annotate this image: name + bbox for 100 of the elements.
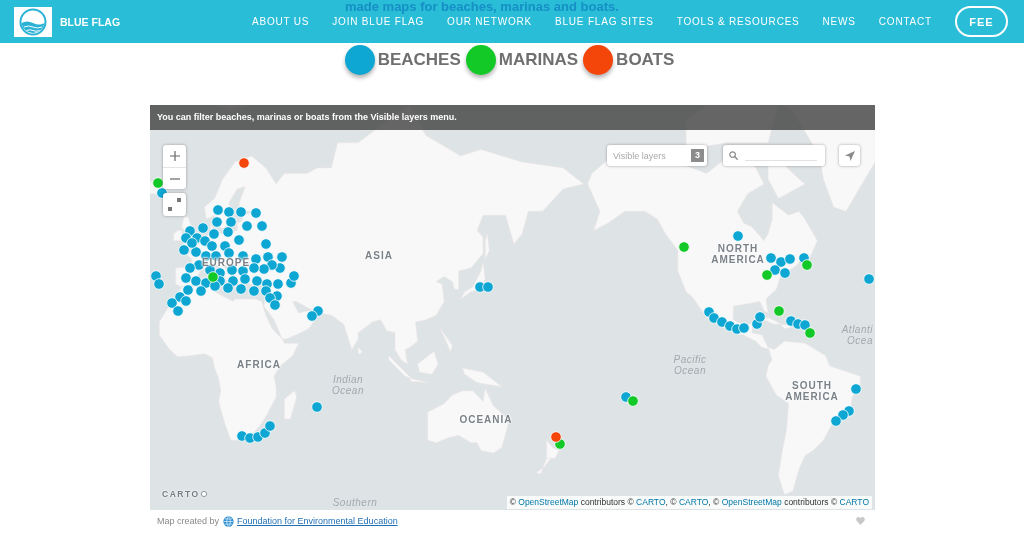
beach-marker-icon[interactable] xyxy=(837,409,849,421)
nav-link[interactable]: NEWS xyxy=(822,16,856,27)
beach-marker-icon[interactable] xyxy=(708,312,720,324)
beach-marker-icon[interactable] xyxy=(209,280,221,292)
beach-marker-icon[interactable] xyxy=(799,319,811,331)
beach-marker-icon[interactable] xyxy=(784,253,796,265)
beach-marker-icon[interactable] xyxy=(830,415,842,427)
beach-marker-icon[interactable] xyxy=(251,275,263,287)
beach-marker-icon[interactable] xyxy=(738,322,750,334)
beach-marker-icon[interactable] xyxy=(258,263,270,275)
nav-link[interactable]: CONTACT xyxy=(878,16,932,27)
beach-marker-icon[interactable] xyxy=(262,251,274,263)
marina-marker-icon[interactable] xyxy=(773,305,785,317)
heart-icon[interactable] xyxy=(856,517,865,525)
beach-marker-icon[interactable] xyxy=(233,234,245,246)
map-view[interactable] xyxy=(150,105,875,510)
nav-link[interactable]: JOIN BLUE FLAG xyxy=(332,16,425,27)
beach-marker-icon[interactable] xyxy=(779,267,791,279)
beach-marker-icon[interactable] xyxy=(769,264,781,276)
locate-button[interactable] xyxy=(839,145,860,166)
beach-marker-icon[interactable] xyxy=(274,262,286,274)
marina-marker-icon[interactable] xyxy=(152,177,164,189)
marina-marker-icon[interactable] xyxy=(761,269,773,281)
beach-marker-icon[interactable] xyxy=(222,282,234,294)
nav-link[interactable]: ABOUT US xyxy=(251,16,310,27)
nav-link[interactable]: TOOLS & RESOURCES xyxy=(676,16,800,27)
beach-marker-icon[interactable] xyxy=(180,295,192,307)
beach-marker-icon[interactable] xyxy=(239,273,251,285)
beach-marker-icon[interactable] xyxy=(269,299,281,311)
boat-marker-icon[interactable] xyxy=(238,157,250,169)
beach-marker-icon[interactable] xyxy=(264,420,276,432)
attribution-link[interactable]: OpenStreetMap xyxy=(518,497,579,507)
beach-marker-icon[interactable] xyxy=(180,272,192,284)
beach-marker-icon[interactable] xyxy=(775,256,787,268)
beach-marker-icon[interactable] xyxy=(276,251,288,263)
beach-marker-icon[interactable] xyxy=(235,283,247,295)
beach-marker-icon[interactable] xyxy=(732,230,744,242)
attribution-link[interactable]: OpenStreetMap xyxy=(721,497,782,507)
beach-marker-icon[interactable] xyxy=(150,270,162,282)
beach-marker-icon[interactable] xyxy=(850,383,862,395)
beach-marker-icon[interactable] xyxy=(227,275,239,287)
beach-marker-icon[interactable] xyxy=(264,292,276,304)
organization-link[interactable]: Foundation for Environmental Education xyxy=(237,516,398,526)
logo-icon[interactable] xyxy=(14,6,52,37)
beach-marker-icon[interactable] xyxy=(153,278,165,290)
beach-marker-icon[interactable] xyxy=(212,204,224,216)
minus-icon xyxy=(169,177,180,180)
beach-marker-icon[interactable] xyxy=(482,281,494,293)
beach-marker-icon[interactable] xyxy=(172,305,184,317)
beach-marker-icon[interactable] xyxy=(225,216,237,228)
beach-marker-icon[interactable] xyxy=(311,401,323,413)
attribution-link[interactable]: CARTO xyxy=(839,497,869,507)
beach-marker-icon[interactable] xyxy=(250,207,262,219)
layers-dropdown[interactable]: Visible layers 3 xyxy=(607,145,707,166)
beach-marker-icon[interactable] xyxy=(222,226,234,238)
marina-marker-icon[interactable] xyxy=(207,271,219,283)
beach-marker-icon[interactable] xyxy=(190,246,202,258)
legend-label: BOATS xyxy=(616,50,675,70)
beach-marker-icon[interactable] xyxy=(259,427,271,439)
beach-marker-icon[interactable] xyxy=(235,206,247,218)
beach-marker-icon[interactable] xyxy=(197,222,209,234)
boat-marker-icon[interactable] xyxy=(550,431,562,443)
beach-marker-icon[interactable] xyxy=(306,310,318,322)
fee-button[interactable]: FEE xyxy=(955,6,1008,37)
marina-marker-icon[interactable] xyxy=(801,259,813,271)
brand-name[interactable]: BLUE FLAG xyxy=(60,15,121,28)
beach-marker-icon[interactable] xyxy=(199,235,211,247)
beach-marker-icon[interactable] xyxy=(186,237,198,249)
search-field[interactable] xyxy=(723,145,825,166)
beach-marker-icon[interactable] xyxy=(195,285,207,297)
nav-link[interactable]: OUR NETWORK xyxy=(447,16,532,27)
beach-marker-icon[interactable] xyxy=(182,284,194,296)
beach-marker-icon[interactable] xyxy=(178,244,190,256)
island-shape xyxy=(536,458,552,475)
beach-marker-icon[interactable] xyxy=(211,216,223,228)
beach-marker-icon[interactable] xyxy=(260,238,272,250)
marina-marker-icon[interactable] xyxy=(804,327,816,339)
attribution-link[interactable]: CARTO xyxy=(636,497,666,507)
beach-marker-icon[interactable] xyxy=(208,228,220,240)
beach-marker-icon[interactable] xyxy=(863,273,875,285)
beach-marker-icon[interactable] xyxy=(184,262,196,274)
beach-marker-icon[interactable] xyxy=(248,285,260,297)
beach-marker-icon[interactable] xyxy=(256,220,268,232)
fullscreen-button[interactable] xyxy=(163,193,186,216)
beach-marker-icon[interactable] xyxy=(754,311,766,323)
marina-marker-icon[interactable] xyxy=(627,395,639,407)
beach-marker-icon[interactable] xyxy=(272,278,284,290)
nav-link[interactable]: BLUE FLAG SITES xyxy=(555,16,654,27)
marina-marker-icon[interactable] xyxy=(678,241,690,253)
beach-marker-icon[interactable] xyxy=(765,252,777,264)
beach-marker-icon[interactable] xyxy=(266,259,278,271)
beach-marker-icon[interactable] xyxy=(166,297,178,309)
beach-marker-icon[interactable] xyxy=(288,270,300,282)
beach-marker-icon[interactable] xyxy=(250,253,262,265)
beach-marker-icon[interactable] xyxy=(206,240,218,252)
beach-marker-icon[interactable] xyxy=(223,206,235,218)
beach-marker-icon[interactable] xyxy=(241,220,253,232)
beach-marker-icon[interactable] xyxy=(716,316,728,328)
beach-marker-icon[interactable] xyxy=(248,262,260,274)
beach-marker-icon[interactable] xyxy=(190,275,202,287)
